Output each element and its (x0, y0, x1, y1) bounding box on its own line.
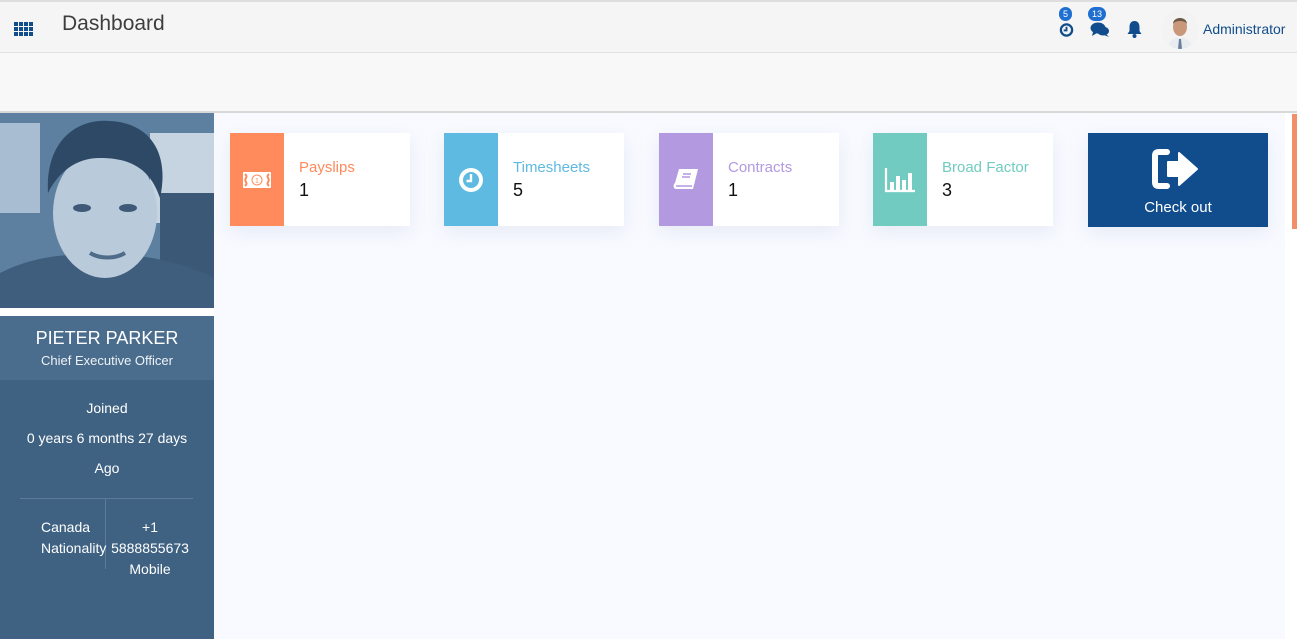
timesheets-card[interactable]: Timesheets 5 (444, 133, 624, 226)
mobile-code: +1 (142, 519, 158, 535)
admin-avatar[interactable] (1162, 9, 1198, 49)
payslips-count: 1 (299, 180, 310, 200)
payslips-label: Payslips (299, 159, 355, 176)
profile-sidebar: PIETER PARKER Chief Executive Officer Jo… (0, 113, 214, 639)
mobile-info: +1 5888855673 Mobile (106, 517, 194, 580)
check-out-label: Check out (1144, 199, 1212, 216)
svg-text:1: 1 (255, 178, 259, 185)
messages-badge: 13 (1088, 7, 1107, 21)
ago-label: Ago (94, 460, 120, 476)
timesheet-notification-button[interactable]: 5 (1059, 7, 1074, 43)
mobile-label: Mobile (129, 561, 171, 577)
bar-chart-icon (884, 167, 915, 192)
notifications-button[interactable] (1126, 20, 1143, 43)
contracts-card[interactable]: Contracts 1 (659, 133, 839, 226)
top-bar: Dashboard 5 13 Administrator (0, 0, 1297, 53)
clock-icon (459, 167, 483, 192)
profile-photo (0, 113, 214, 308)
joined-label: Joined (86, 400, 128, 416)
clock-badge: 5 (1059, 7, 1073, 21)
bell-icon (1127, 21, 1142, 38)
tenure-value: 0 years 6 months 27 days (26, 430, 188, 446)
messages-button[interactable]: 13 (1088, 7, 1110, 43)
sub-header-bar (0, 53, 1297, 113)
divider (20, 498, 193, 499)
right-panel-accent (1292, 114, 1297, 229)
book-icon (673, 168, 698, 189)
nationality-info: Canada Nationality (41, 517, 106, 559)
admin-user-menu[interactable]: Administrator (1203, 21, 1285, 37)
broad-factor-count: 3 (942, 180, 953, 200)
mobile-number: 5888855673 (111, 540, 189, 556)
contracts-label: Contracts (728, 159, 793, 176)
sign-out-icon (1152, 149, 1198, 189)
clock-icon (1059, 23, 1074, 37)
payslips-card[interactable]: 1 Payslips 1 (230, 133, 410, 226)
check-out-button[interactable]: Check out (1088, 133, 1268, 227)
broad-factor-card[interactable]: Broad Factor 3 (873, 133, 1053, 226)
employee-name: PIETER PARKER (35, 328, 179, 348)
apps-grid-icon[interactable] (14, 22, 33, 37)
money-bill-icon: 1 (243, 171, 271, 188)
comments-icon (1090, 22, 1109, 37)
nationality-label: Nationality (41, 540, 107, 556)
timesheets-label: Timesheets (513, 159, 590, 176)
employee-role: Chief Executive Officer (41, 353, 173, 368)
page-title: Dashboard (62, 12, 165, 35)
broad-factor-label: Broad Factor (942, 159, 1029, 176)
timesheets-count: 5 (513, 180, 524, 200)
joined-info: Joined 0 years 6 months 27 days Ago (0, 393, 214, 483)
nationality-value: Canada (41, 519, 91, 535)
profile-name-block: PIETER PARKER Chief Executive Officer (0, 316, 214, 380)
contracts-count: 1 (728, 180, 739, 200)
